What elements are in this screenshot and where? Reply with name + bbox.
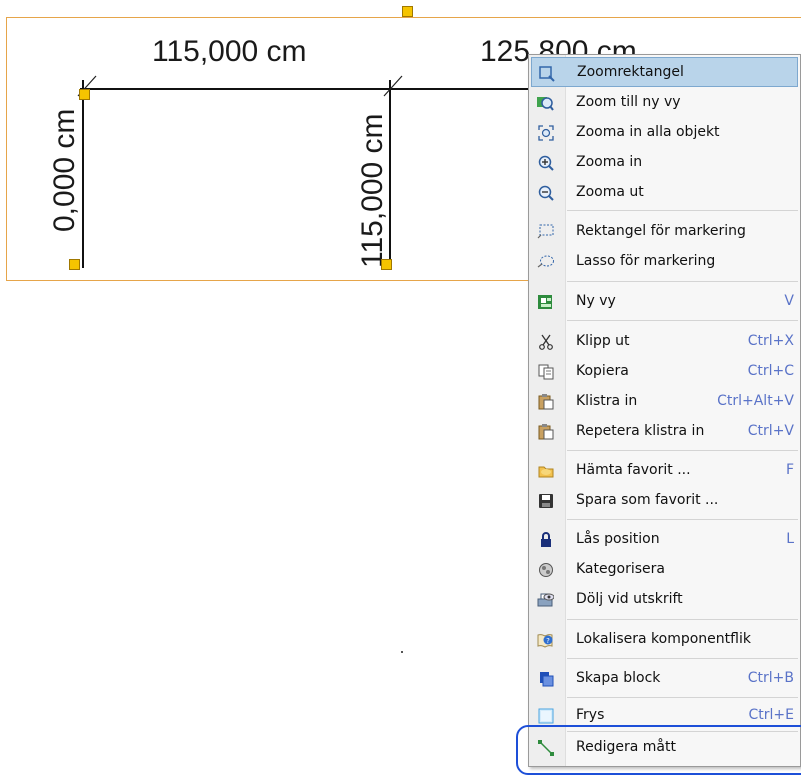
copy-icon — [537, 363, 554, 380]
freeze-icon — [537, 707, 554, 724]
menu-item-zooma-in[interactable]: Zooma in — [531, 147, 798, 177]
edit-dimension-icon — [537, 739, 554, 756]
menu-label: Redigera mått — [576, 739, 676, 755]
menu-label: Lokalisera komponentflik — [576, 631, 751, 647]
menu-label: Rektangel för markering — [576, 223, 746, 239]
menu-item-frys[interactable]: Frys Ctrl+E — [531, 700, 798, 730]
categorize-icon — [537, 561, 554, 578]
menu-item-lasso-for-markering[interactable]: Lasso för markering — [531, 246, 798, 276]
menu-label: Dölj vid utskrift — [576, 591, 683, 607]
save-icon — [537, 492, 554, 509]
menu-item-hamta-favorit[interactable]: Hämta favorit ... F — [531, 455, 798, 485]
menu-shortcut: V — [784, 293, 794, 309]
menu-label: Zoom till ny vy — [576, 94, 681, 110]
scissors-icon — [537, 333, 554, 350]
menu-label: Spara som favorit ... — [576, 492, 719, 508]
menu-item-klistra-in[interactable]: Klistra in Ctrl+Alt+V — [531, 386, 798, 416]
menu-shortcut: Ctrl+E — [748, 707, 795, 723]
new-view-icon — [537, 293, 554, 310]
menu-item-rektangel-for-markering[interactable]: Rektangel för markering — [531, 216, 798, 246]
selection-handle-top-left[interactable] — [79, 89, 90, 100]
menu-separator — [567, 619, 798, 620]
menu-label: Zooma in — [576, 154, 643, 170]
menu-label: Repetera klistra in — [576, 423, 705, 439]
zoom-new-view-icon — [537, 94, 554, 111]
zoom-in-icon — [537, 154, 554, 171]
zoom-all-objects-icon — [537, 124, 554, 141]
canvas-point — [401, 651, 403, 653]
menu-shortcut: Ctrl+B — [747, 670, 794, 686]
context-menu: Zoomrektangel Zoom till ny vy Zooma in a… — [528, 54, 801, 767]
folder-open-icon — [537, 462, 554, 479]
create-block-icon — [537, 670, 554, 687]
svg-text:?: ? — [546, 637, 550, 645]
menu-separator — [567, 697, 798, 698]
menu-label: Ny vy — [576, 293, 616, 309]
rectangle-select-icon — [537, 223, 554, 240]
menu-separator — [567, 658, 798, 659]
menu-shortcut: Ctrl+V — [747, 423, 794, 439]
menu-label: Frys — [576, 707, 605, 723]
menu-item-dolj-vid-utskrift[interactable]: Dölj vid utskrift — [531, 584, 798, 614]
menu-shortcut: Ctrl+X — [747, 333, 794, 349]
menu-item-zoom-till-ny-vy[interactable]: Zoom till ny vy — [531, 87, 798, 117]
menu-label: Zoomrektangel — [577, 64, 684, 80]
menu-item-skapa-block[interactable]: Skapa block Ctrl+B — [531, 663, 798, 693]
menu-item-kategorisera[interactable]: Kategorisera — [531, 554, 798, 584]
menu-item-zooma-ut[interactable]: Zooma ut — [531, 177, 798, 207]
menu-item-zooma-in-alla-objekt[interactable]: Zooma in alla objekt — [531, 117, 798, 147]
menu-label: Hämta favorit ... — [576, 462, 691, 478]
paste-icon — [537, 393, 554, 410]
menu-shortcut: Ctrl+C — [747, 363, 794, 379]
menu-label: Skapa block — [576, 670, 661, 686]
selection-handle-bottom-left[interactable] — [69, 259, 80, 270]
menu-label: Zooma in alla objekt — [576, 124, 720, 140]
menu-item-repetera-klistra-in[interactable]: Repetera klistra in Ctrl+V — [531, 416, 798, 446]
help-book-icon: ? — [537, 631, 554, 648]
menu-label: Klipp ut — [576, 333, 630, 349]
hide-print-icon — [537, 591, 554, 608]
menu-separator — [567, 210, 798, 211]
menu-shortcut: L — [786, 531, 794, 547]
menu-item-zoomrektangel[interactable]: Zoomrektangel — [531, 57, 798, 87]
menu-separator — [567, 450, 798, 451]
menu-label: Kategorisera — [576, 561, 665, 577]
menu-item-las-position[interactable]: Lås position L — [531, 524, 798, 554]
menu-separator — [567, 281, 798, 282]
menu-shortcut: F — [785, 462, 794, 478]
menu-item-spara-som-favorit[interactable]: Spara som favorit ... — [531, 485, 798, 515]
menu-item-klipp-ut[interactable]: Klipp ut Ctrl+X — [531, 326, 798, 356]
menu-item-ny-vy[interactable]: Ny vy V — [531, 286, 798, 316]
menu-label: Klistra in — [576, 393, 638, 409]
zoom-rectangle-icon — [538, 65, 555, 82]
zoom-out-icon — [537, 184, 554, 201]
menu-label: Kopiera — [576, 363, 629, 379]
menu-label: Zooma ut — [576, 184, 644, 200]
repeat-paste-icon — [537, 423, 554, 440]
lock-icon — [537, 531, 554, 548]
menu-label: Lasso för markering — [576, 253, 716, 269]
menu-item-kopiera[interactable]: Kopiera Ctrl+C — [531, 356, 798, 386]
dimension-label-middle-vertical[interactable]: 115,000 cm — [356, 113, 389, 268]
menu-separator — [567, 519, 798, 520]
dimension-label-left-vertical[interactable]: 0,000 cm — [48, 109, 81, 232]
menu-separator — [567, 320, 798, 321]
menu-item-lokalisera-komponentflik[interactable]: ? Lokalisera komponentflik — [531, 624, 798, 654]
menu-shortcut: Ctrl+Alt+V — [717, 393, 794, 409]
menu-item-redigera-matt[interactable]: Redigera mått — [531, 732, 798, 762]
selection-handle-bottom-middle[interactable] — [381, 259, 392, 270]
lasso-select-icon — [537, 253, 554, 270]
menu-label: Lås position — [576, 531, 660, 547]
